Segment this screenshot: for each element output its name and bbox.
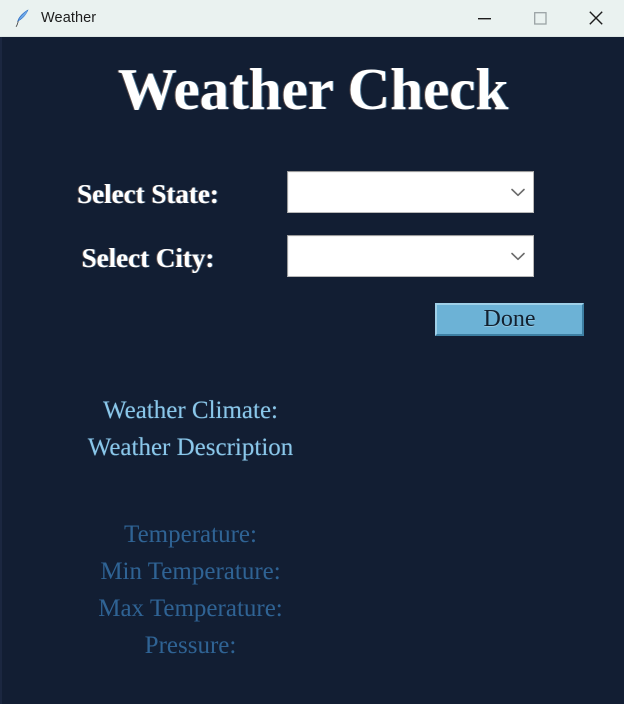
weather-app-window: Weather Weather Check Select State: Sele…: [0, 0, 624, 704]
maximize-icon: [533, 11, 547, 25]
maximize-button[interactable]: [512, 0, 568, 37]
close-button[interactable]: [568, 0, 624, 37]
title-bar: Weather: [0, 0, 624, 37]
window-controls: [456, 0, 624, 37]
form-row-state: Select State:: [2, 171, 624, 213]
temperature-label: Temperature:: [124, 521, 257, 548]
minimize-button[interactable]: [456, 0, 512, 37]
window-title: Weather: [41, 10, 97, 26]
chevron-down-icon[interactable]: [503, 172, 533, 212]
close-icon: [589, 11, 603, 25]
select-city-label: Select City:: [81, 243, 215, 273]
state-combobox[interactable]: [287, 171, 534, 213]
chevron-down-icon[interactable]: [503, 236, 533, 276]
weather-climate-label: Weather Climate:: [103, 397, 278, 424]
feather-quill-icon: [15, 9, 29, 27]
page-title: Weather Check: [117, 56, 509, 122]
min-temperature-label: Min Temperature:: [100, 558, 281, 585]
max-temperature-label: Max Temperature:: [98, 595, 283, 622]
select-state-label: Select State:: [77, 179, 219, 209]
form-row-city: Select City:: [2, 235, 624, 277]
weather-description-label: Weather Description: [87, 434, 294, 461]
done-button[interactable]: Done: [435, 303, 584, 336]
minimize-icon: [477, 17, 491, 19]
pressure-label: Pressure:: [144, 632, 237, 659]
app-content: Weather Check Select State: Select City:: [0, 37, 624, 704]
results-spacer: [84, 466, 297, 516]
results-panel: Weather Climate: Weather Description Tem…: [84, 392, 297, 664]
city-combobox[interactable]: [287, 235, 534, 277]
